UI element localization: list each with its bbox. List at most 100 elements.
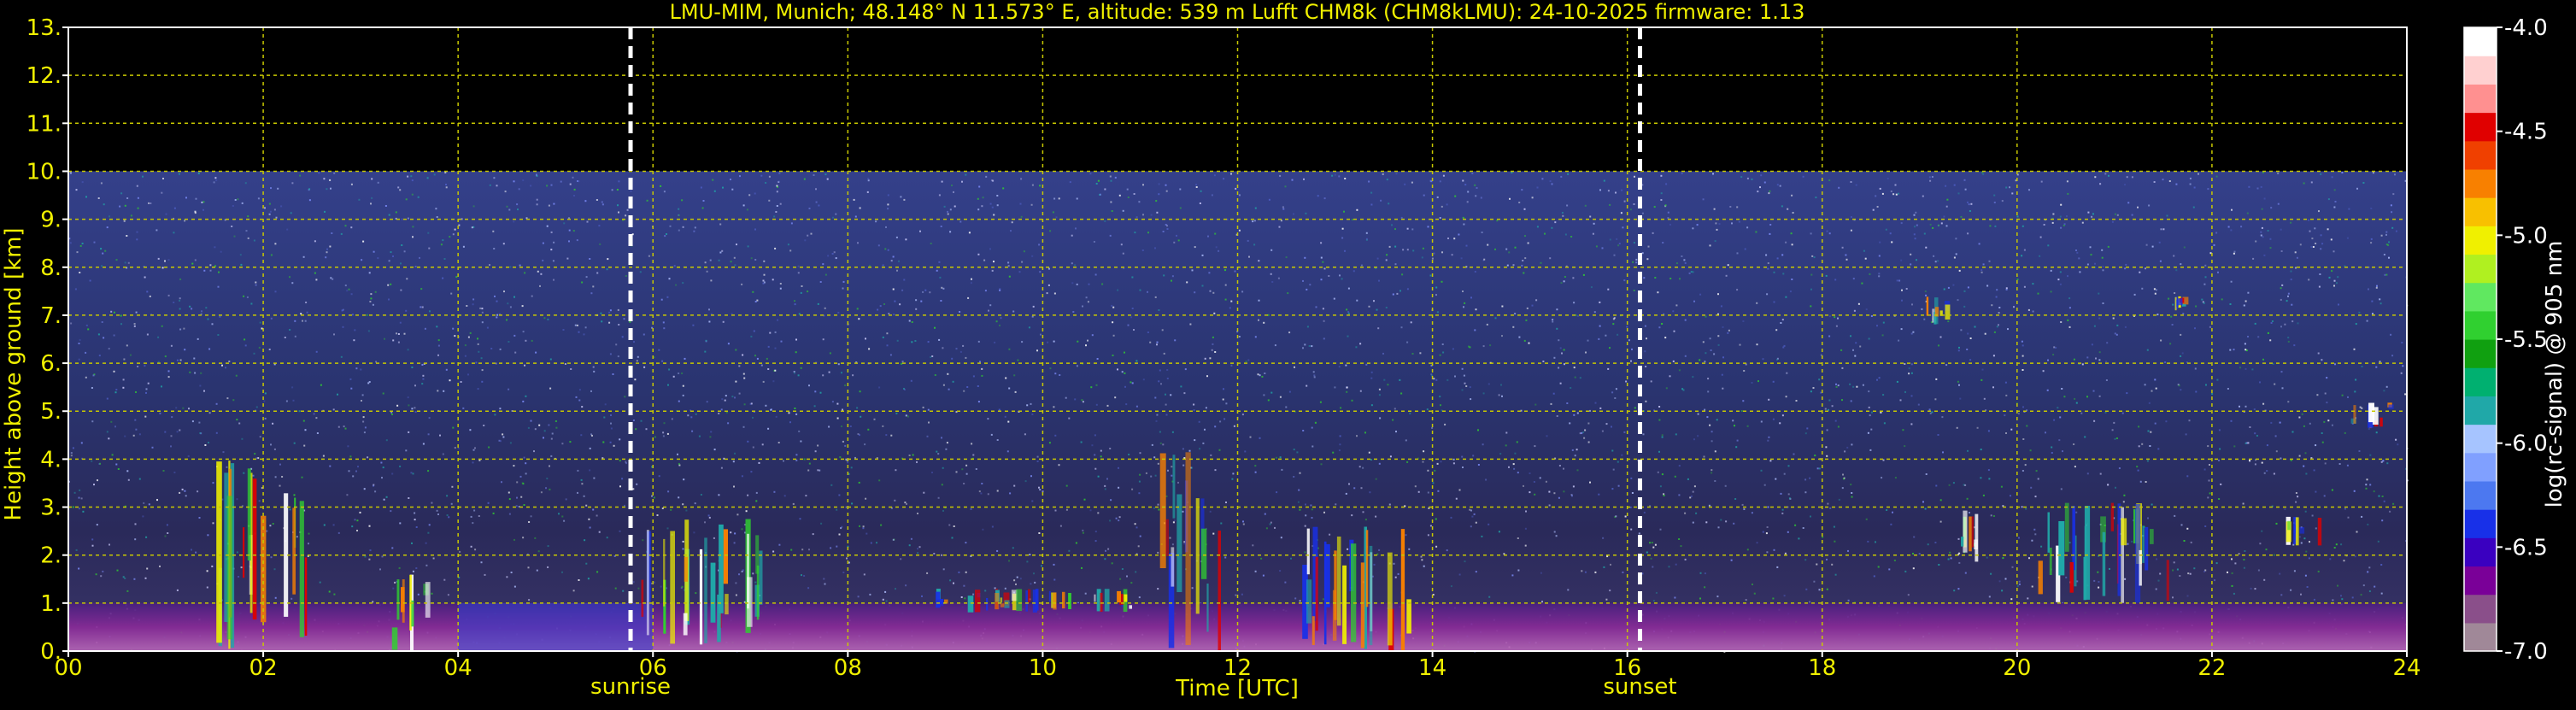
noise-dot — [80, 497, 83, 500]
noise-dot — [1281, 468, 1283, 471]
noise-dot — [1523, 208, 1526, 210]
cloud-streak — [1218, 531, 1221, 651]
noise-dot — [1528, 342, 1530, 344]
noise-dot — [1118, 466, 1119, 469]
noise-dot — [1345, 364, 1347, 367]
noise-dot — [750, 471, 753, 473]
noise-dot — [1938, 224, 1939, 226]
noise-dot — [350, 226, 353, 229]
noise-dot — [942, 347, 944, 349]
noise-dot — [1641, 252, 1644, 255]
y-tick-label: 12. — [26, 63, 62, 89]
noise-dot — [80, 442, 83, 444]
noise-dot — [2024, 464, 2027, 466]
noise-dot — [734, 264, 736, 267]
noise-dot — [411, 193, 414, 196]
noise-dot — [2291, 320, 2294, 323]
noise-dot — [261, 327, 263, 330]
noise-dot — [1082, 305, 1083, 308]
noise-dot — [2261, 530, 2263, 532]
noise-dot — [1386, 179, 1388, 181]
noise-dot — [2203, 468, 2206, 471]
noise-dot — [772, 550, 775, 553]
noise-dot — [2176, 568, 2179, 571]
cloud-streak — [1971, 516, 1974, 548]
noise-dot — [1781, 205, 1783, 208]
noise-dot — [2022, 438, 2025, 440]
noise-dot — [1311, 517, 1313, 519]
noise-dot — [1049, 230, 1052, 232]
noise-dot — [835, 213, 837, 215]
noise-dot — [1767, 506, 1769, 508]
noise-dot — [2094, 176, 2097, 179]
noise-dot — [1524, 235, 1526, 238]
colorbar-segment — [2464, 537, 2497, 567]
noise-dot — [1982, 494, 1985, 496]
noise-dot — [442, 453, 444, 455]
noise-dot — [1378, 388, 1381, 390]
noise-dot — [938, 194, 941, 197]
noise-dot — [1541, 178, 1544, 180]
noise-dot — [1000, 317, 1002, 320]
noise-dot — [2021, 355, 2024, 357]
noise-dot — [1699, 572, 1702, 574]
noise-dot — [1785, 396, 1787, 398]
noise-dot — [940, 300, 942, 302]
noise-dot — [1471, 515, 1474, 518]
noise-dot — [390, 283, 392, 285]
noise-dot — [2131, 214, 2133, 216]
noise-dot — [2331, 270, 2333, 273]
noise-dot — [1475, 308, 1477, 311]
noise-dot — [370, 293, 373, 296]
y-tick-label: 2. — [40, 543, 62, 569]
noise-dot — [850, 466, 853, 469]
noise-dot — [240, 263, 243, 266]
noise-dot — [308, 199, 311, 202]
noise-dot — [1957, 588, 1960, 590]
noise-dot — [1990, 514, 1992, 517]
noise-dot — [1868, 337, 1870, 340]
noise-dot — [1241, 414, 1244, 416]
noise-dot — [2183, 540, 2186, 542]
noise-dot — [2358, 450, 2361, 452]
noise-dot — [2137, 206, 2139, 208]
noise-dot — [1053, 292, 1056, 295]
noise-dot — [1391, 224, 1393, 226]
noise-dot — [1768, 398, 1770, 401]
noise-dot — [472, 205, 475, 208]
noise-dot — [1589, 409, 1591, 412]
noise-dot — [1579, 377, 1581, 379]
noise-dot — [734, 396, 736, 399]
noise-dot — [1306, 384, 1308, 387]
noise-dot — [2309, 422, 2311, 425]
noise-dot — [798, 313, 801, 315]
noise-dot — [232, 205, 234, 207]
noise-dot — [1077, 340, 1079, 343]
noise-dot — [1556, 308, 1558, 311]
noise-dot — [693, 230, 695, 232]
noise-dot — [1784, 552, 1787, 555]
noise-dot — [1593, 222, 1595, 225]
noise-dot — [1736, 206, 1739, 208]
noise-dot — [454, 447, 456, 449]
noise-dot — [660, 298, 663, 301]
noise-dot — [776, 191, 778, 193]
noise-dot — [839, 456, 842, 459]
cloud-streak — [1165, 519, 1169, 556]
x-tick-label: 14 — [1418, 655, 1446, 681]
noise-dot — [577, 469, 579, 472]
noise-dot — [949, 208, 952, 211]
noise-dot — [537, 270, 539, 273]
noise-dot — [411, 408, 414, 410]
noise-dot — [364, 426, 367, 429]
noise-dot — [1746, 177, 1749, 179]
noise-dot — [854, 215, 857, 218]
noise-dot — [284, 337, 286, 338]
noise-dot — [1933, 255, 1935, 257]
noise-dot — [2378, 495, 2380, 497]
cloud-streak — [2299, 527, 2305, 534]
noise-dot — [862, 525, 865, 528]
cloud-streak — [1172, 455, 1176, 519]
noise-dot — [1024, 433, 1026, 436]
noise-dot — [2021, 506, 2023, 508]
